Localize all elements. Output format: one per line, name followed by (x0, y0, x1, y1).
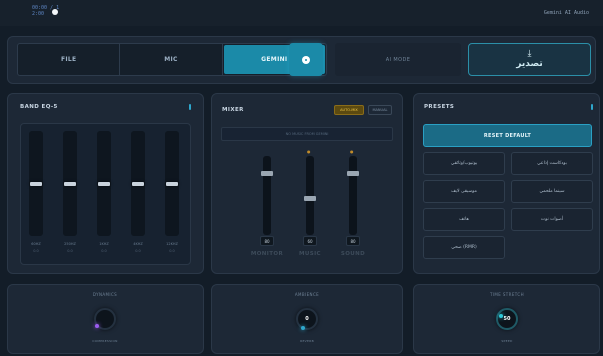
eq-band-label: 12KHZ (166, 242, 178, 246)
preset-button[interactable]: يوتيوب/وثائقي (423, 152, 505, 175)
playhead-dot-icon[interactable] (52, 9, 58, 15)
ai-mode-toggle[interactable]: AI MODE (335, 43, 461, 76)
eq-slider-knob[interactable] (30, 182, 42, 186)
tab-mic[interactable]: MIC (120, 44, 223, 75)
fader-handle[interactable] (261, 171, 273, 176)
eq-slider-knob[interactable] (64, 182, 76, 186)
record-icon (302, 55, 310, 64)
export-button[interactable]: ⤓ تصدير (468, 43, 591, 76)
eq-slider-track[interactable] (131, 131, 145, 236)
mixer-title: MIXER (222, 107, 244, 113)
channel-indicator-icon: ● (350, 149, 354, 154)
knob-title: TIME STRETCH (490, 292, 524, 297)
knob-indicator-icon (301, 326, 305, 330)
knob-sub-label: REVERB (300, 339, 314, 343)
fader-name: MONITOR (250, 251, 284, 257)
reset-default-button[interactable]: RESET DEFAULT (423, 124, 592, 147)
preset-button[interactable]: بودكاست إذاعي (511, 152, 593, 175)
knob-indicator-icon (95, 324, 99, 328)
eq-slider-knob[interactable] (166, 182, 178, 186)
knob-sub-label: SPEED (501, 339, 513, 343)
preset-button[interactable]: أصوات نوت (511, 208, 593, 231)
eq-band-value: 0.0 (135, 249, 141, 253)
knob-value: 50 (503, 316, 511, 322)
presets-accent-icon (591, 104, 593, 110)
eq-band-label: 1KHZ (99, 242, 109, 246)
knob-value: 0 (305, 316, 309, 322)
fader-track[interactable] (263, 156, 271, 235)
eq-title: BAND EQ-5 (20, 104, 58, 110)
eq-slider-track[interactable] (97, 131, 111, 236)
presets-title: PRESETS (424, 104, 455, 110)
download-icon: ⤓ (527, 48, 532, 59)
rotary-knob[interactable]: 0 (296, 308, 318, 330)
knob-title: AMBIENCE (294, 292, 320, 297)
brand-label: Gemini AI Audio (543, 10, 589, 16)
fader-value: 80 (260, 236, 274, 246)
preset-button[interactable]: سينما ملحمي (511, 180, 593, 203)
eq-slider-track[interactable] (165, 131, 179, 236)
record-button[interactable] (289, 43, 323, 76)
eq-band-label: 60HZ (31, 242, 41, 246)
knob-sub-label: COMPRESSION (92, 339, 118, 343)
fader-name: SOUND (340, 251, 366, 257)
channel-indicator-icon: ● (307, 149, 311, 154)
export-label: تصدير (516, 58, 543, 69)
eq-slider-knob[interactable] (98, 182, 110, 186)
eq-band-value: 0.0 (33, 249, 39, 253)
eq-slider-knob[interactable] (132, 182, 144, 186)
eq-slider-track[interactable] (29, 131, 43, 236)
top-status-bar (0, 0, 603, 26)
auto-mix-button[interactable]: AUTO-MIX (334, 105, 364, 115)
fader-handle[interactable] (347, 171, 359, 176)
source-tabs: FILE MIC GEMINI (17, 43, 327, 76)
fader-value: 60 (303, 236, 317, 246)
eq-band-label: 250HZ (64, 242, 76, 246)
eq-slider-track[interactable] (63, 131, 77, 236)
fader-value: 80 (346, 236, 360, 246)
preset-button[interactable]: موسيقى لايف (423, 180, 505, 203)
fader-handle[interactable] (304, 196, 316, 201)
manual-button[interactable]: MANUAL (368, 105, 392, 115)
mixer-display: NO MUSIC FROM GEMINI (221, 127, 393, 141)
preset-button[interactable]: صحي (RMR) (423, 236, 505, 259)
eq-band-value: 0.0 (101, 249, 107, 253)
eq-band-label: 4KHZ (133, 242, 143, 246)
eq-band-value: 0.0 (169, 249, 175, 253)
tab-file[interactable]: FILE (18, 44, 121, 75)
eq-band-value: 0.0 (67, 249, 73, 253)
knob-indicator-icon (499, 314, 503, 318)
fader-name: MUSIC (299, 251, 321, 257)
rotary-knob[interactable]: 50 (496, 308, 518, 330)
knob-title: DYNAMICS (92, 292, 118, 297)
preset-button[interactable]: هاتف (423, 208, 505, 231)
fader-track[interactable] (349, 156, 357, 235)
eq-accent-icon (189, 104, 191, 110)
